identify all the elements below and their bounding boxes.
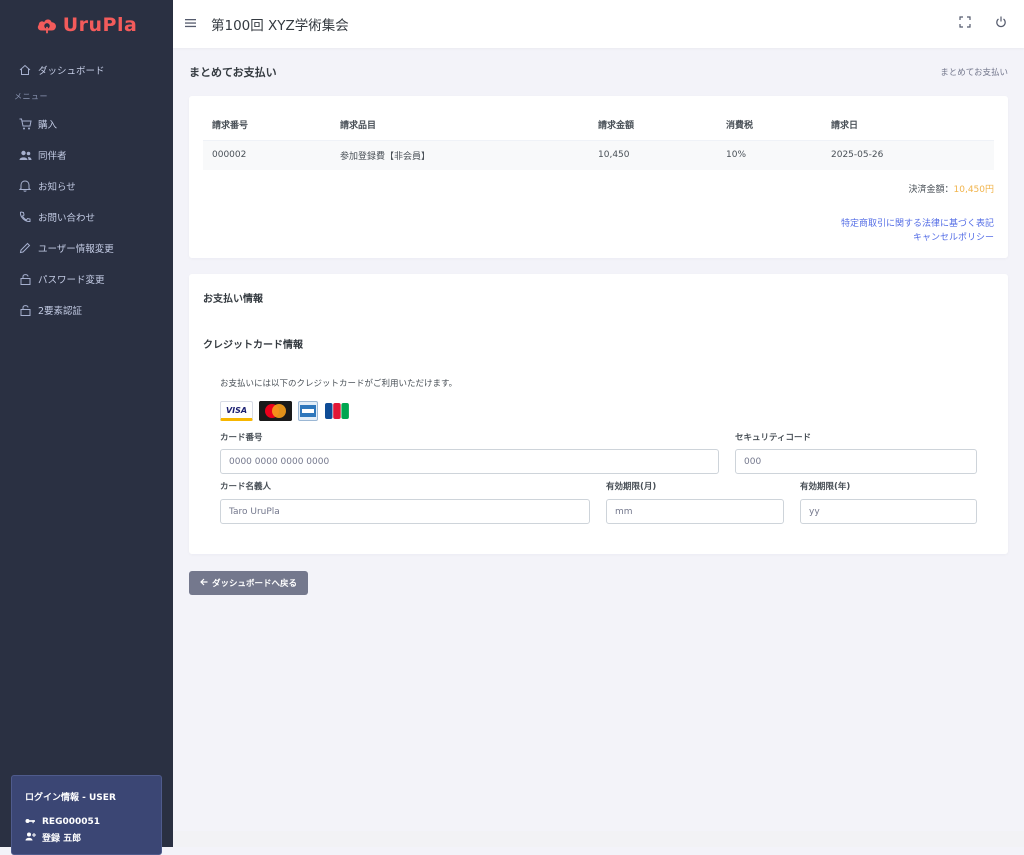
- total-amount: 10,450円: [953, 185, 995, 195]
- table-row: 000002 参加登録費【非会員】 10,450 10% 2025-05-26: [203, 140, 994, 170]
- sidebar-item-dashboard[interactable]: ダッシュボード: [0, 54, 173, 85]
- payment-info-card: お支払い情報 クレジットカード情報 お支払いには以下のクレジットカードがご利用い…: [189, 274, 1008, 554]
- page-title: まとめてお支払い: [189, 66, 277, 79]
- card-number-input[interactable]: [220, 449, 719, 474]
- card-holder-label: カード名義人: [220, 482, 272, 492]
- expiry-month-label: 有効期限(月): [606, 482, 657, 492]
- invoice-card: 請求番号 請求品目 請求金額 消費税 請求日 000002 参加登録費【非会員】…: [189, 96, 1008, 258]
- jcb-logo-icon: [324, 401, 350, 421]
- commercial-law-link[interactable]: 特定商取引に関する法律に基づく表記: [841, 217, 994, 231]
- column-header: 請求番号: [203, 110, 331, 141]
- login-user-name: 登録 五郎: [42, 834, 82, 844]
- topbar-actions: [958, 15, 1008, 29]
- main-content: まとめてお支払い まとめてお支払い 請求番号 請求品目 請求金額 消費税 請求日…: [173, 48, 1024, 847]
- sidebar: UruPla ダッシュボード メニュー 購入 同伴者 お知らせ お問い合わせ ユ…: [0, 0, 173, 855]
- card-brands: VISA: [220, 401, 350, 421]
- key-icon: [25, 817, 37, 827]
- sidebar-item-purchase[interactable]: 購入: [0, 108, 173, 139]
- column-header: 請求品目: [331, 110, 589, 141]
- cart-icon: [18, 117, 32, 131]
- login-name-row: 登録 五郎: [25, 831, 148, 844]
- column-header: 請求日: [822, 110, 994, 141]
- lock-icon: [18, 303, 32, 317]
- amex-logo-icon: [298, 401, 318, 421]
- sidebar-item-2fa[interactable]: 2要素認証: [0, 294, 173, 325]
- footer: [173, 831, 1024, 847]
- login-info-panel: ログイン情報 - USER REG000051 登録 五郎: [11, 775, 162, 855]
- menu-section-label: メニュー: [14, 92, 48, 101]
- invoice-number: 000002: [203, 140, 331, 170]
- expiry-year-label: 有効期限(年): [800, 482, 851, 492]
- sidebar-item-label: お問い合わせ: [38, 212, 96, 224]
- users-icon: [18, 148, 32, 162]
- total-label: 決済金額：: [908, 185, 954, 195]
- arrow-left-icon: [200, 578, 208, 589]
- sidebar-item-password[interactable]: パスワード変更: [0, 263, 173, 294]
- login-reg-id-row: REG000051: [25, 817, 148, 827]
- sidebar-item-contact[interactable]: お問い合わせ: [0, 201, 173, 232]
- security-code-label: セキュリティコード: [735, 433, 811, 443]
- breadcrumb[interactable]: まとめてお支払い: [940, 66, 1008, 78]
- user-plus-icon: [25, 832, 37, 843]
- menu-toggle-icon[interactable]: [185, 16, 199, 32]
- card-holder-input[interactable]: [220, 499, 590, 524]
- sidebar-item-label: ユーザー情報変更: [38, 243, 114, 255]
- invoice-table: 請求番号 請求品目 請求金額 消費税 請求日 000002 参加登録費【非会員】…: [203, 110, 994, 170]
- topbar: 第100回 XYZ学術集会: [173, 0, 1024, 48]
- invoice-tax: 10%: [717, 140, 822, 170]
- payment-section-title: お支払い情報: [203, 294, 263, 305]
- credit-card-title: クレジットカード情報: [203, 340, 303, 351]
- login-info-title: ログイン情報 - USER: [25, 793, 116, 803]
- conference-title: 第100回 XYZ学術集会: [211, 18, 349, 34]
- lock-icon: [18, 272, 32, 286]
- cancel-policy-link[interactable]: キャンセルポリシー: [841, 231, 994, 245]
- sidebar-item-user-info[interactable]: ユーザー情報変更: [0, 232, 173, 263]
- bell-icon: [18, 179, 32, 193]
- sidebar-item-companions[interactable]: 同伴者: [0, 139, 173, 170]
- expiry-year-input[interactable]: [800, 499, 977, 524]
- sidebar-item-label: お知らせ: [38, 181, 76, 193]
- cloud-logo-icon: [37, 19, 56, 34]
- sidebar-item-notices[interactable]: お知らせ: [0, 170, 173, 201]
- sidebar-item-label: パスワード変更: [38, 274, 105, 286]
- visa-logo-icon: VISA: [220, 401, 253, 421]
- column-header: 請求金額: [589, 110, 717, 141]
- sidebar-item-label: 購入: [38, 119, 58, 131]
- mastercard-logo-icon: [259, 401, 292, 421]
- security-code-input[interactable]: [735, 449, 977, 474]
- invoice-amount: 10,450: [589, 140, 717, 170]
- logo[interactable]: UruPla: [0, 0, 173, 50]
- back-to-dashboard-button[interactable]: ダッシュボードへ戻る: [189, 571, 308, 595]
- power-icon[interactable]: [994, 15, 1008, 29]
- logo-text: UruPla: [62, 14, 138, 36]
- sidebar-item-label: 同伴者: [38, 150, 67, 162]
- table-header-row: 請求番号 請求品目 請求金額 消費税 請求日: [203, 110, 994, 141]
- fullscreen-icon[interactable]: [958, 15, 972, 29]
- card-number-label: カード番号: [220, 433, 263, 443]
- invoice-item: 参加登録費【非会員】: [331, 140, 589, 170]
- back-button-label: ダッシュボードへ戻る: [211, 579, 297, 589]
- policy-links: 特定商取引に関する法律に基づく表記 キャンセルポリシー: [841, 217, 994, 245]
- phone-icon: [18, 210, 32, 224]
- login-reg-id: REG000051: [42, 817, 101, 827]
- column-header: 消費税: [717, 110, 822, 141]
- invoice-date: 2025-05-26: [822, 140, 994, 170]
- pencil-icon: [18, 241, 32, 255]
- sidebar-item-label: ダッシュボード: [38, 65, 105, 77]
- expiry-month-input[interactable]: [606, 499, 784, 524]
- credit-card-note: お支払いには以下のクレジットカードがご利用いただけます。: [220, 379, 458, 389]
- page-header: まとめてお支払い まとめてお支払い: [189, 64, 1008, 80]
- home-icon: [18, 63, 32, 77]
- payment-total: 決済金額：10,450円: [908, 182, 994, 195]
- sidebar-item-label: 2要素認証: [38, 305, 83, 317]
